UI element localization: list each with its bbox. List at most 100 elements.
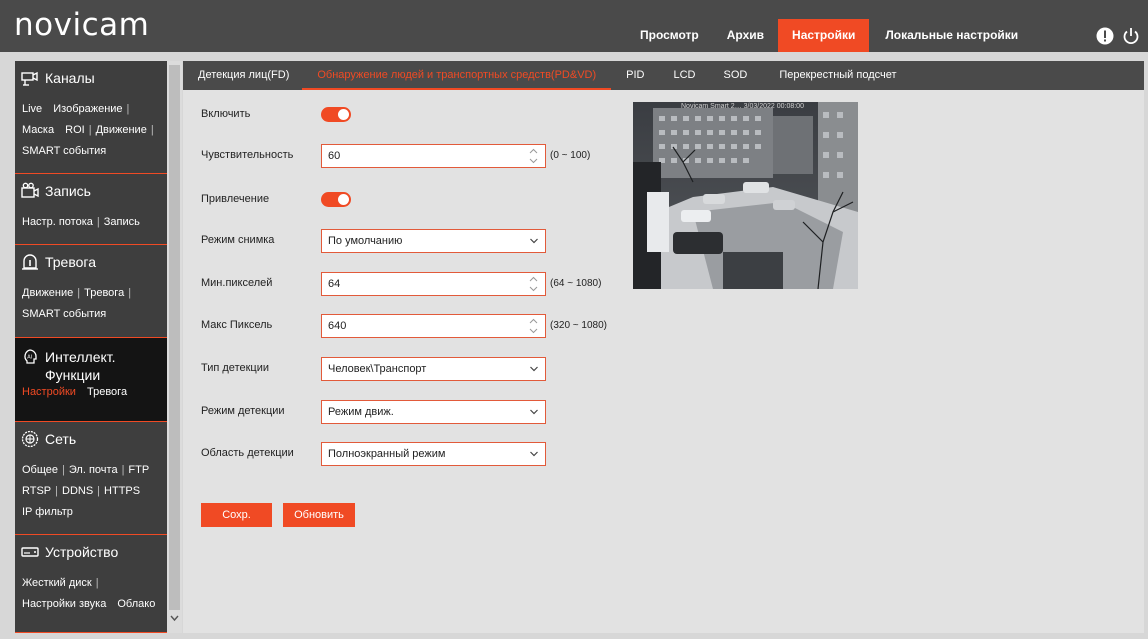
- sensitivity-input[interactable]: 60: [321, 144, 546, 168]
- row-min-pixels: Мин.пикселей 64 (64 ~ 1080): [201, 272, 621, 296]
- tab-bar: Детекция лиц(FD) Обнаружение людей и тра…: [183, 61, 1144, 90]
- power-icon[interactable]: [1122, 27, 1140, 45]
- row-enable: Включить: [201, 103, 621, 127]
- link-mask[interactable]: Маска: [22, 124, 54, 136]
- link-smart-events[interactable]: SMART события: [22, 145, 106, 157]
- detection-type-select[interactable]: Человек\Транспорт: [321, 357, 546, 381]
- link-ai-alarm[interactable]: Тревога: [87, 386, 127, 398]
- chevron-down-icon: [530, 366, 538, 372]
- link-alarm[interactable]: Тревога: [84, 287, 124, 299]
- sidebar-group-channels: Каналы Live Изображение | Маска ROI | Движе…: [15, 61, 167, 174]
- label-detection-type: Тип детекции: [201, 362, 269, 374]
- spinner-arrows-icon[interactable]: [529, 147, 538, 165]
- max-pixels-input[interactable]: 640: [321, 314, 546, 338]
- ai-icon: AI: [24, 349, 37, 364]
- sidebar: Каналы Live Изображение | Маска ROI | Движе…: [15, 61, 167, 633]
- link-alarm-motion[interactable]: Движение: [22, 287, 73, 299]
- link-hdd[interactable]: Жесткий диск: [22, 577, 92, 589]
- tab-pid[interactable]: PID: [611, 61, 659, 90]
- label-sensitivity: Чувствительность: [201, 149, 294, 161]
- toggle-knob: [338, 194, 349, 205]
- attraction-toggle[interactable]: [321, 192, 351, 207]
- camera-preview[interactable]: Novicam Smart 2… 3/03/2022 00:08:00: [633, 102, 858, 289]
- sidebar-header-channels[interactable]: Каналы: [15, 61, 167, 97]
- sidebar-header-intelligence[interactable]: AI Интеллект. Функции: [15, 338, 167, 383]
- link-ftp[interactable]: FTP: [128, 464, 149, 476]
- link-record[interactable]: Запись: [104, 216, 140, 228]
- nav-archive[interactable]: Архив: [713, 19, 778, 52]
- row-detection-area: Область детекции Полноэкранный режим: [201, 442, 621, 466]
- link-live[interactable]: Live: [22, 103, 42, 115]
- camera-snapshot-image: [633, 102, 858, 289]
- min-pixels-value: 64: [328, 278, 341, 290]
- svg-text:AI: AI: [27, 355, 32, 361]
- sidebar-header-device[interactable]: Устройство: [15, 535, 167, 571]
- link-https[interactable]: HTTPS: [104, 485, 140, 497]
- min-pixels-input[interactable]: 64: [321, 272, 546, 296]
- enable-toggle[interactable]: [321, 107, 351, 122]
- sidebar-group-intelligence: AI Интеллект. Функции Настройки Тревога: [15, 338, 167, 422]
- row-snapshot-mode: Режим снимка По умолчанию: [201, 229, 621, 253]
- min-pixels-range: (64 ~ 1080): [550, 278, 602, 289]
- label-snapshot-mode: Режим снимка: [201, 234, 275, 246]
- spinner-arrows-icon[interactable]: [529, 317, 538, 335]
- link-stream-settings[interactable]: Настр. потока: [22, 216, 93, 228]
- sidebar-title-network: Сеть: [45, 431, 77, 447]
- sidebar-scrollbar[interactable]: [167, 61, 182, 633]
- tab-sod[interactable]: SOD: [710, 61, 768, 90]
- link-image[interactable]: Изображение: [53, 103, 122, 115]
- link-cloud[interactable]: Облако: [117, 598, 155, 610]
- detection-area-value: Полноэкранный режим: [328, 448, 446, 460]
- sidebar-header-recording[interactable]: Запись: [15, 174, 167, 210]
- detection-mode-value: Режим движ.: [328, 406, 394, 418]
- link-general[interactable]: Общее: [22, 464, 58, 476]
- top-nav: Просмотр Архив Настройки Локальные настр…: [626, 19, 1032, 52]
- sidebar-title-channels: Каналы: [45, 70, 95, 86]
- sidebar-title-intelligence: Интеллект. Функции: [45, 349, 116, 383]
- link-email[interactable]: Эл. почта: [69, 464, 118, 476]
- save-button[interactable]: Сохр.: [201, 503, 272, 527]
- preview-overlay-text: Novicam Smart 2… 3/03/2022 00:08:00: [681, 103, 804, 110]
- sidebar-group-network: Сеть Общее | Эл. почта | FTP RTSP | DDNS | HTTPS…: [15, 422, 167, 535]
- link-rtsp[interactable]: RTSP: [22, 485, 51, 497]
- link-motion[interactable]: Движение: [96, 124, 147, 136]
- sidebar-header-alarm[interactable]: Тревога: [15, 245, 167, 281]
- tab-cross-counting[interactable]: Перекрестный подсчет: [767, 61, 908, 90]
- tab-face-detection[interactable]: Детекция лиц(FD): [183, 61, 302, 90]
- link-ddns[interactable]: DDNS: [62, 485, 93, 497]
- refresh-button[interactable]: Обновить: [283, 503, 355, 527]
- label-enable: Включить: [201, 108, 251, 120]
- max-pixels-value: 640: [328, 320, 347, 332]
- tab-lcd[interactable]: LCD: [660, 61, 710, 90]
- link-audio-settings[interactable]: Настройки звука: [22, 598, 106, 610]
- snapshot-mode-select[interactable]: По умолчанию: [321, 229, 546, 253]
- link-alarm-smart-events[interactable]: SMART события: [22, 308, 106, 320]
- scroll-down-icon[interactable]: [169, 613, 180, 623]
- chevron-down-icon: [530, 409, 538, 415]
- tab-pdvd[interactable]: Обнаружение людей и транспортных средств…: [302, 61, 612, 90]
- nav-settings[interactable]: Настройки: [778, 19, 870, 52]
- label-detection-mode: Режим детекции: [201, 405, 285, 417]
- nav-local-settings[interactable]: Локальные настройки: [869, 19, 1032, 52]
- detection-type-value: Человек\Транспорт: [328, 363, 427, 375]
- row-sensitivity: Чувствительность 60 (0 ~ 100): [201, 144, 621, 168]
- sidebar-header-network[interactable]: Сеть: [15, 422, 167, 458]
- network-icon: [21, 430, 39, 448]
- snapshot-mode-value: По умолчанию: [328, 235, 403, 247]
- nav-view[interactable]: Просмотр: [626, 19, 713, 52]
- detection-mode-select[interactable]: Режим движ.: [321, 400, 546, 424]
- max-pixels-range: (320 ~ 1080): [550, 320, 607, 331]
- sensitivity-value: 60: [328, 150, 341, 162]
- spinner-arrows-icon[interactable]: [529, 275, 538, 293]
- detection-area-select[interactable]: Полноэкранный режим: [321, 442, 546, 466]
- novicam-logo: novicam: [14, 7, 150, 43]
- sidebar-title-recording: Запись: [45, 183, 91, 199]
- info-alert-icon[interactable]: [1096, 27, 1114, 45]
- link-ai-settings[interactable]: Настройки: [22, 386, 76, 398]
- link-roi[interactable]: ROI: [65, 124, 85, 136]
- scrollbar-thumb[interactable]: [169, 65, 180, 610]
- label-max-pixels: Макс Пиксель: [201, 319, 273, 331]
- link-ip-filter[interactable]: IP фильтр: [22, 506, 73, 518]
- alarm-icon: [22, 254, 38, 270]
- sidebar-group-recording: Запись Настр. потока | Запись: [15, 174, 167, 245]
